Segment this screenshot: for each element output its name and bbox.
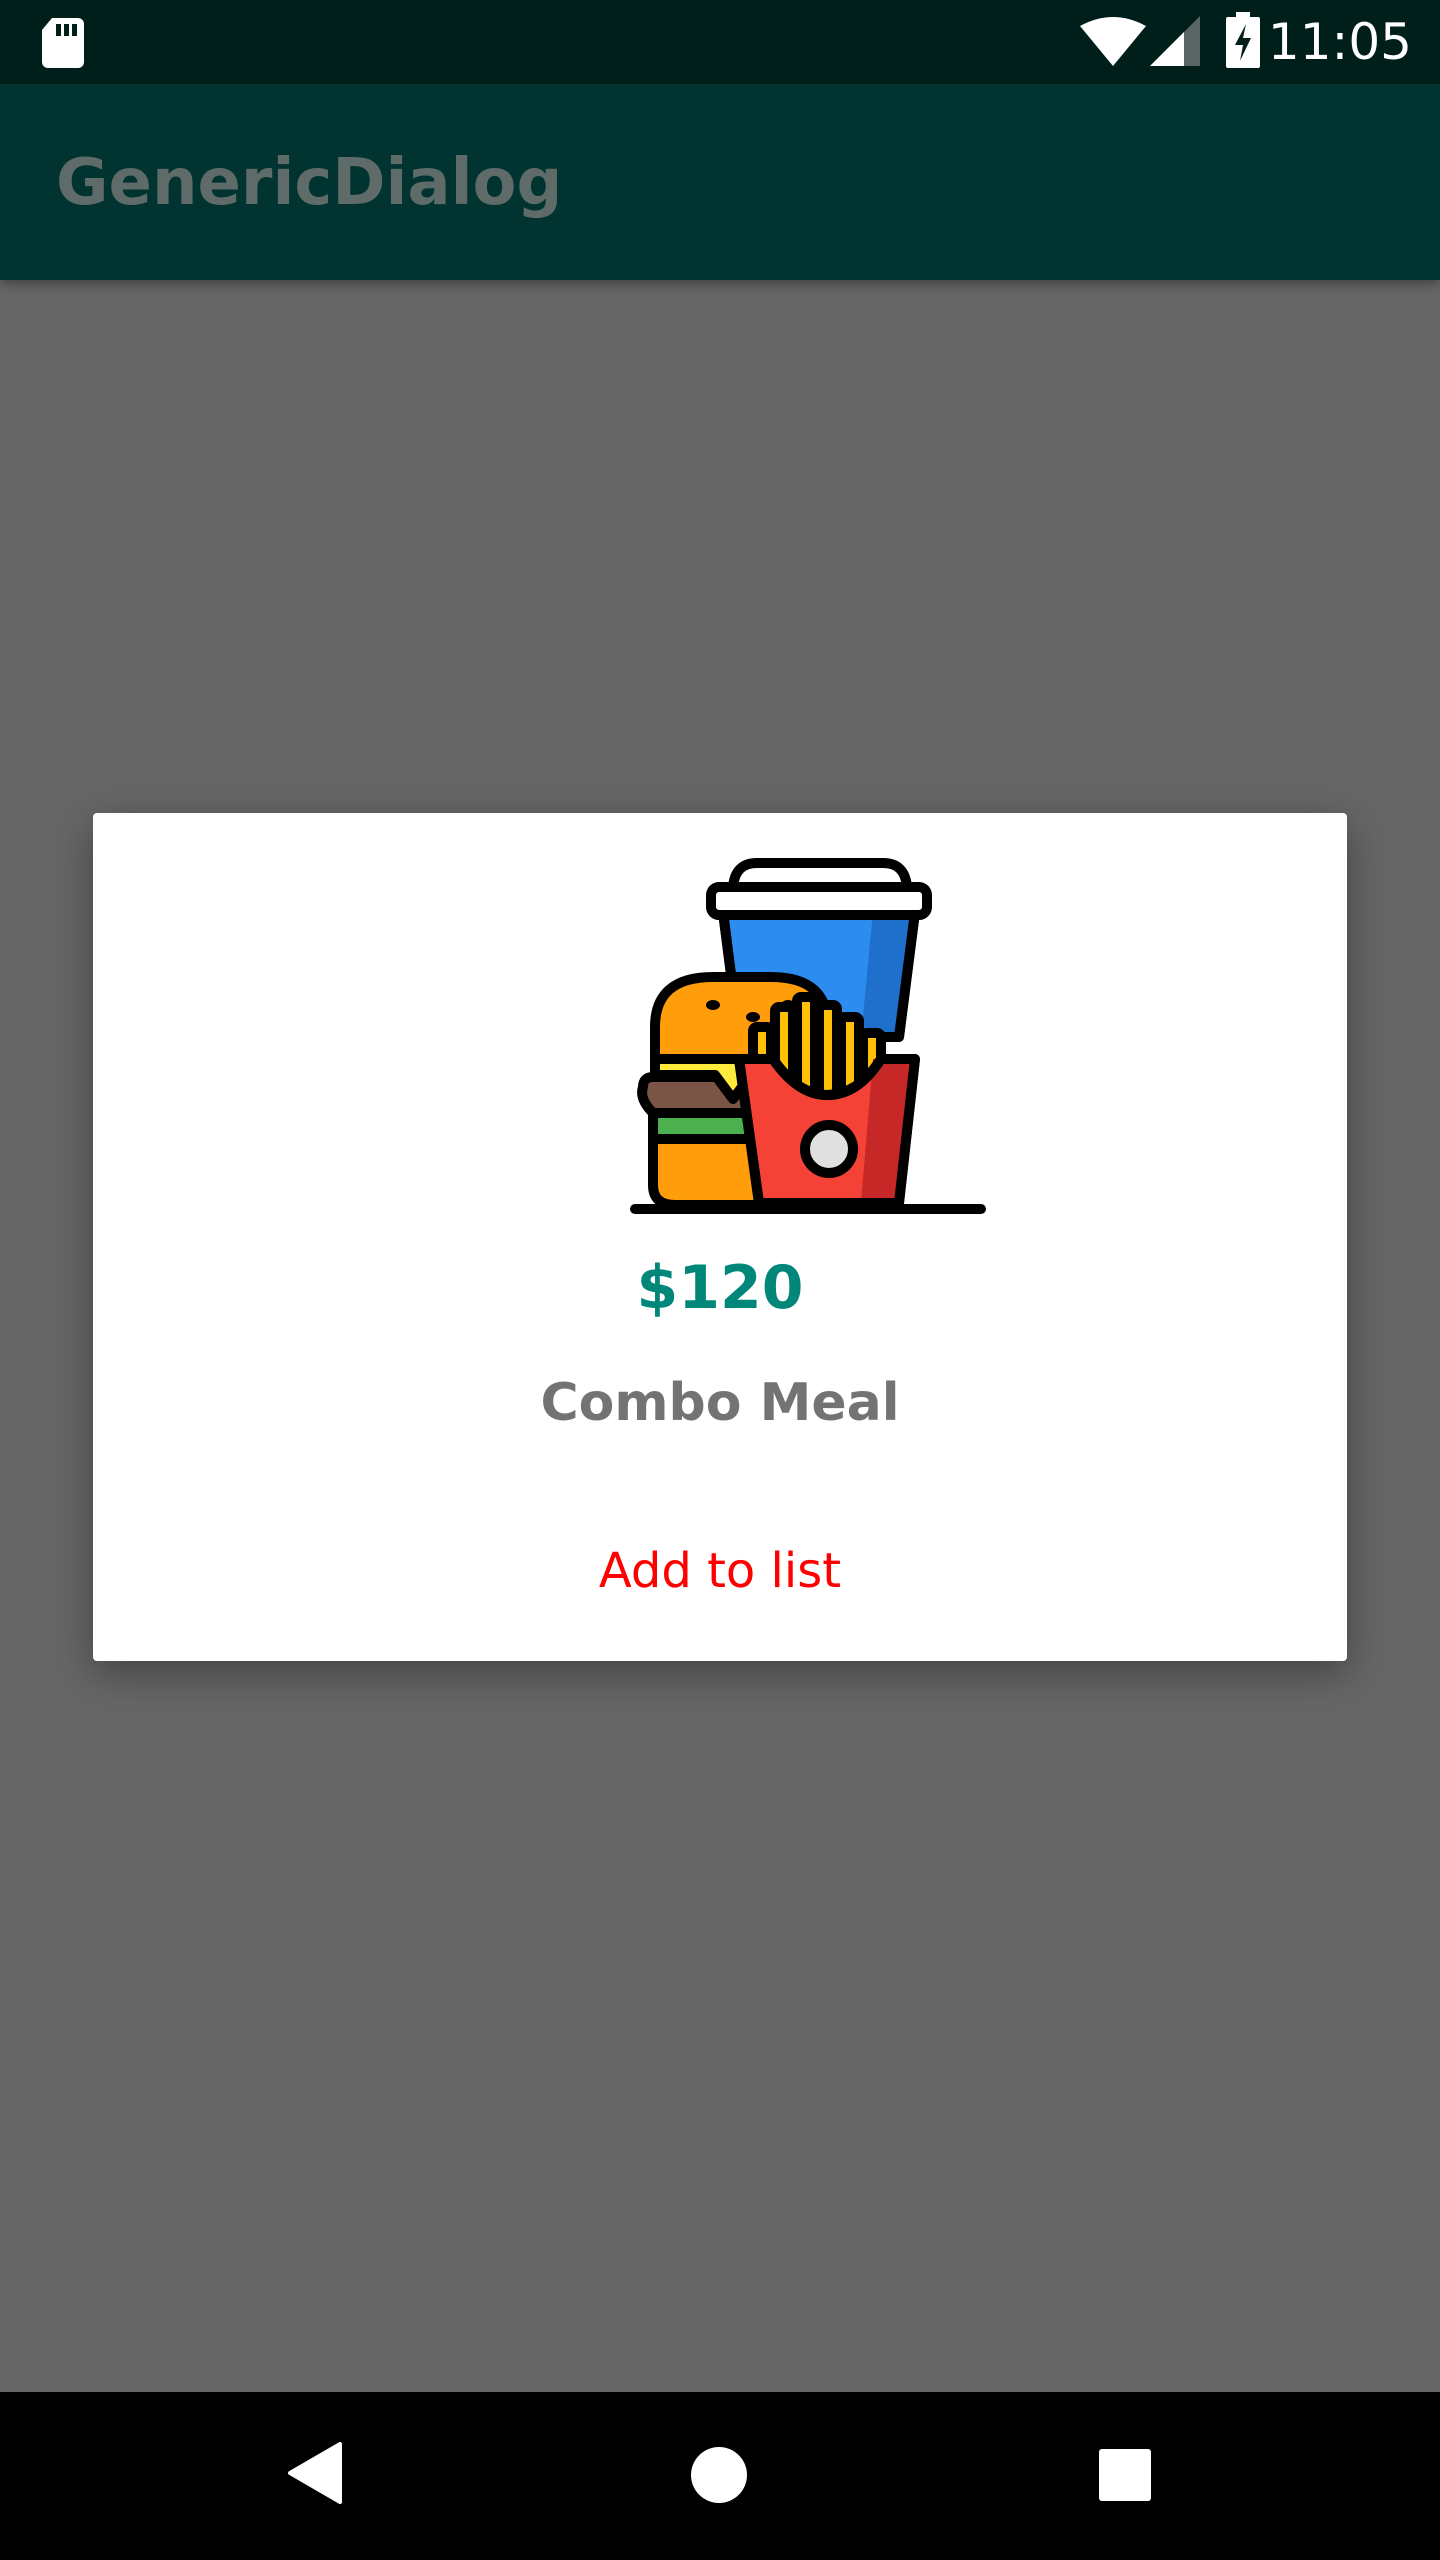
sd-card-icon xyxy=(42,18,84,68)
home-icon[interactable] xyxy=(690,2446,748,2504)
status-bar: 11:05 xyxy=(0,0,1440,84)
product-dialog: $120 Combo Meal Add to list xyxy=(93,813,1347,1661)
item-name: Combo Meal xyxy=(540,1373,900,1433)
combo-meal-icon xyxy=(630,858,986,1214)
navigation-bar xyxy=(0,2392,1440,2560)
add-to-list-button[interactable]: Add to list xyxy=(520,1519,920,1623)
status-time: 11:05 xyxy=(1267,13,1412,71)
back-icon[interactable] xyxy=(288,2442,342,2504)
price-label: $120 xyxy=(636,1253,804,1323)
battery-charging-icon xyxy=(1226,12,1260,68)
app-bar: GenericDialog xyxy=(0,84,1440,280)
app-title: GenericDialog xyxy=(56,146,563,220)
cell-signal-icon xyxy=(1150,16,1200,66)
recents-icon[interactable] xyxy=(1098,2448,1152,2502)
wifi-icon xyxy=(1080,17,1146,66)
